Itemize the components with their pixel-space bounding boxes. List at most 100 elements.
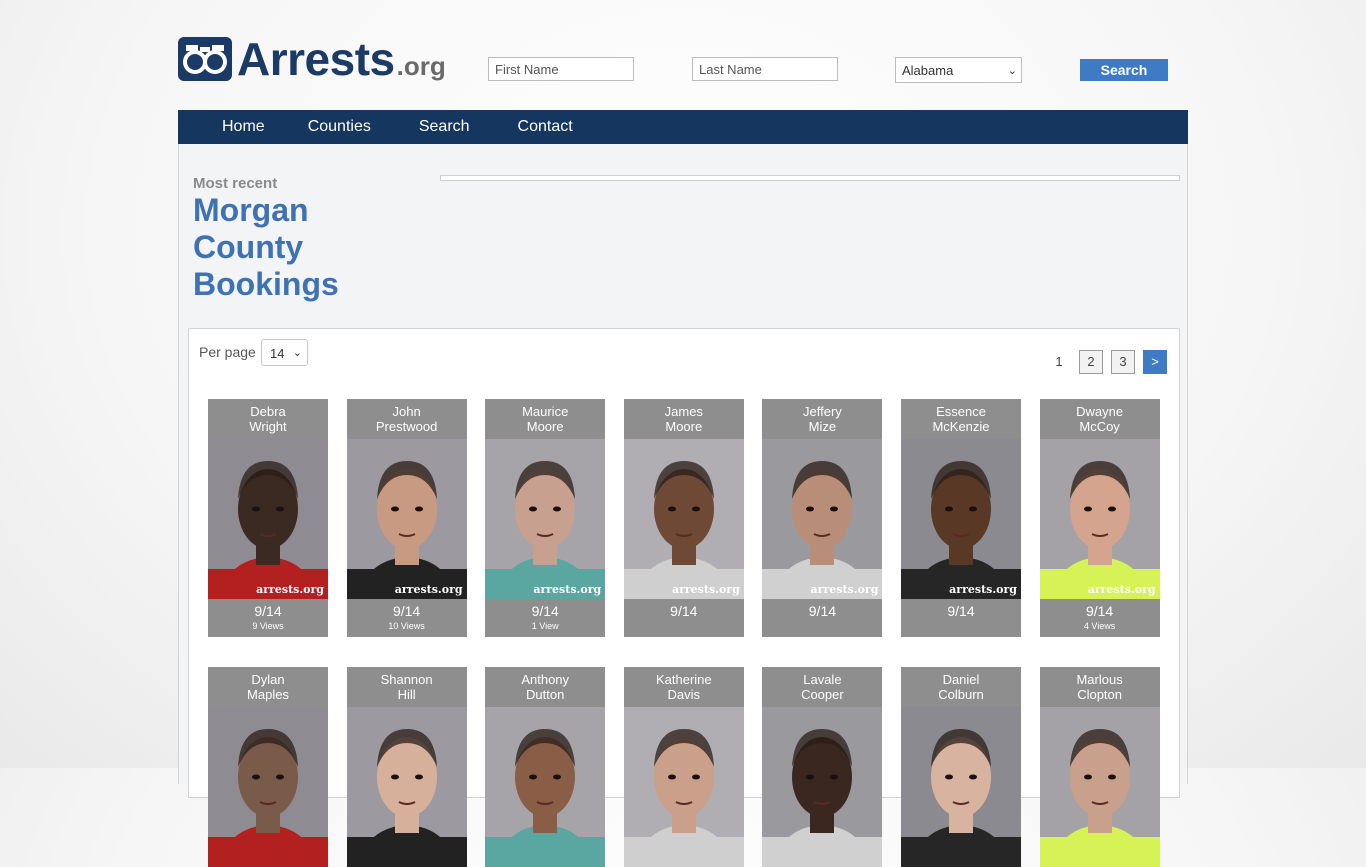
booking-name[interactable]: Marlous Clopton bbox=[1040, 667, 1160, 707]
booking-name[interactable]: Daniel Colburn bbox=[901, 667, 1021, 707]
first-name: James bbox=[664, 404, 703, 419]
booking-name[interactable]: Lavale Cooper bbox=[762, 667, 882, 707]
last-name: McKenzie bbox=[932, 419, 990, 434]
nav-search[interactable]: Search bbox=[419, 118, 470, 136]
site-logo[interactable]: Arrests .org bbox=[178, 33, 446, 85]
mugshot-silhouette bbox=[1039, 729, 1160, 867]
last-name: Maples bbox=[247, 687, 289, 702]
page-kicker: Most recent bbox=[193, 175, 278, 192]
main-content: Most recent Morgan County Bookings Per p… bbox=[178, 144, 1188, 867]
state-select-value: Alabama bbox=[902, 62, 954, 78]
mugshot-image[interactable] bbox=[762, 707, 883, 867]
first-name: Dylan bbox=[251, 672, 285, 687]
booking-meta: 9/14 bbox=[901, 599, 1021, 637]
booking-meta: 9/14 1 View bbox=[485, 599, 605, 637]
booking-meta: 9/14 4 Views bbox=[1040, 599, 1160, 637]
booking-card[interactable]: Debra Wright arrests.org 9/14 9 Views bbox=[208, 399, 328, 637]
booking-card[interactable]: James Moore arrests.org 9/14 bbox=[623, 399, 744, 637]
mugshot-image[interactable] bbox=[901, 707, 1021, 867]
booking-card[interactable]: Anthony Dutton bbox=[485, 667, 606, 867]
ad-placeholder bbox=[440, 175, 1180, 181]
mugshot-silhouette bbox=[1039, 461, 1160, 599]
last-name: Mize bbox=[808, 419, 837, 434]
mugshot-image[interactable]: arrests.org bbox=[485, 439, 606, 599]
mugshot-image[interactable]: arrests.org bbox=[346, 439, 467, 599]
booking-card[interactable]: Essence McKenzie arrests.org 9/14 bbox=[901, 399, 1021, 637]
nav-home[interactable]: Home bbox=[222, 118, 265, 136]
main-nav: Home Counties Search Contact bbox=[178, 110, 1188, 144]
booking-card[interactable]: John Prestwood arrests.org 9/14 10 Views bbox=[346, 399, 467, 637]
booking-card[interactable]: Dwayne McCoy arrests.org 9/14 4 Views bbox=[1039, 399, 1160, 637]
booking-name[interactable]: Shannon Hill bbox=[347, 667, 467, 707]
booking-card[interactable]: Shannon Hill bbox=[346, 667, 467, 867]
booking-date: 9/14 bbox=[254, 603, 282, 619]
last-name: Dutton bbox=[526, 687, 565, 702]
mugshot-image[interactable] bbox=[1039, 707, 1160, 867]
booking-date: 9/14 bbox=[808, 603, 837, 619]
nav-contact[interactable]: Contact bbox=[518, 118, 573, 136]
page-link-3[interactable]: 3 bbox=[1111, 349, 1135, 374]
booking-card[interactable]: Daniel Colburn bbox=[901, 667, 1021, 867]
page-current: 1 bbox=[1055, 354, 1063, 369]
mugshot-image[interactable]: arrests.org bbox=[208, 439, 328, 599]
next-page-button[interactable]: > bbox=[1143, 349, 1167, 374]
mugshot-silhouette bbox=[623, 461, 744, 599]
page-link-2[interactable]: 2 bbox=[1079, 349, 1103, 374]
booking-name[interactable]: Dwayne McCoy bbox=[1040, 399, 1160, 439]
first-name: Maurice bbox=[522, 404, 569, 419]
mugshot-silhouette bbox=[485, 729, 606, 867]
booking-meta: 9/14 9 Views bbox=[208, 599, 328, 637]
booking-date: 9/14 bbox=[392, 603, 421, 619]
watermark-text: arrests.org bbox=[394, 583, 463, 596]
booking-name[interactable]: James Moore bbox=[624, 399, 744, 439]
per-page-select[interactable]: 14 ⌄ bbox=[261, 339, 308, 366]
last-name: Cooper bbox=[801, 687, 844, 702]
watermark-text: arrests.org bbox=[1087, 583, 1156, 596]
booking-meta: 9/14 bbox=[624, 599, 744, 637]
mugshot-image[interactable]: arrests.org bbox=[1039, 439, 1160, 599]
mugshot-silhouette bbox=[762, 729, 883, 867]
last-name: Prestwood bbox=[375, 419, 438, 434]
first-name: Shannon bbox=[380, 672, 433, 687]
mugshot-image[interactable]: arrests.org bbox=[901, 439, 1021, 599]
booking-name[interactable]: Debra Wright bbox=[208, 399, 328, 439]
first-name: Marlous bbox=[1076, 672, 1123, 687]
last-name: Hill bbox=[397, 687, 416, 702]
booking-card[interactable]: Maurice Moore arrests.org 9/14 1 View bbox=[485, 399, 606, 637]
booking-date: 9/14 bbox=[1085, 603, 1114, 619]
logo-wordmark: Arrests bbox=[237, 33, 395, 85]
booking-name[interactable]: Essence McKenzie bbox=[901, 399, 1021, 439]
mugshot-image[interactable] bbox=[485, 707, 606, 867]
booking-card[interactable]: Jeffery Mize arrests.org 9/14 bbox=[762, 399, 883, 637]
handcuffs-logo-icon bbox=[178, 37, 232, 81]
last-name-input[interactable] bbox=[692, 57, 838, 81]
search-button[interactable]: Search bbox=[1080, 59, 1168, 81]
first-name: John bbox=[392, 404, 421, 419]
booking-name[interactable]: Dylan Maples bbox=[208, 667, 328, 707]
booking-name[interactable]: Maurice Moore bbox=[485, 399, 605, 439]
page-title-line: Morgan bbox=[193, 192, 309, 228]
booking-card[interactable]: Marlous Clopton bbox=[1039, 667, 1160, 867]
nav-counties[interactable]: Counties bbox=[308, 118, 371, 136]
page-title: Morgan County Bookings bbox=[193, 192, 413, 303]
booking-name[interactable]: Anthony Dutton bbox=[485, 667, 605, 707]
mugshot-image[interactable] bbox=[346, 707, 467, 867]
first-name-input[interactable] bbox=[488, 57, 634, 81]
watermark-text: arrests.org bbox=[810, 583, 879, 596]
last-name: Colburn bbox=[938, 687, 984, 702]
booking-card[interactable]: Katherine Davis bbox=[623, 667, 744, 867]
view-count: 4 Views bbox=[1083, 621, 1116, 631]
mugshot-image[interactable]: arrests.org bbox=[762, 439, 883, 599]
watermark-text: arrests.org bbox=[949, 583, 1017, 596]
state-select[interactable]: Alabama ⌄ bbox=[895, 57, 1022, 83]
booking-card[interactable]: Dylan Maples bbox=[208, 667, 328, 867]
mugshot-image[interactable] bbox=[623, 707, 744, 867]
booking-card[interactable]: Lavale Cooper bbox=[762, 667, 883, 867]
mugshot-image[interactable] bbox=[208, 707, 328, 867]
mugshot-image[interactable]: arrests.org bbox=[623, 439, 744, 599]
booking-name[interactable]: John Prestwood bbox=[347, 399, 467, 439]
booking-name[interactable]: Katherine Davis bbox=[624, 667, 744, 707]
booking-name[interactable]: Jeffery Mize bbox=[762, 399, 882, 439]
mugshot-silhouette bbox=[485, 461, 606, 599]
booking-date: 9/14 bbox=[670, 603, 698, 619]
